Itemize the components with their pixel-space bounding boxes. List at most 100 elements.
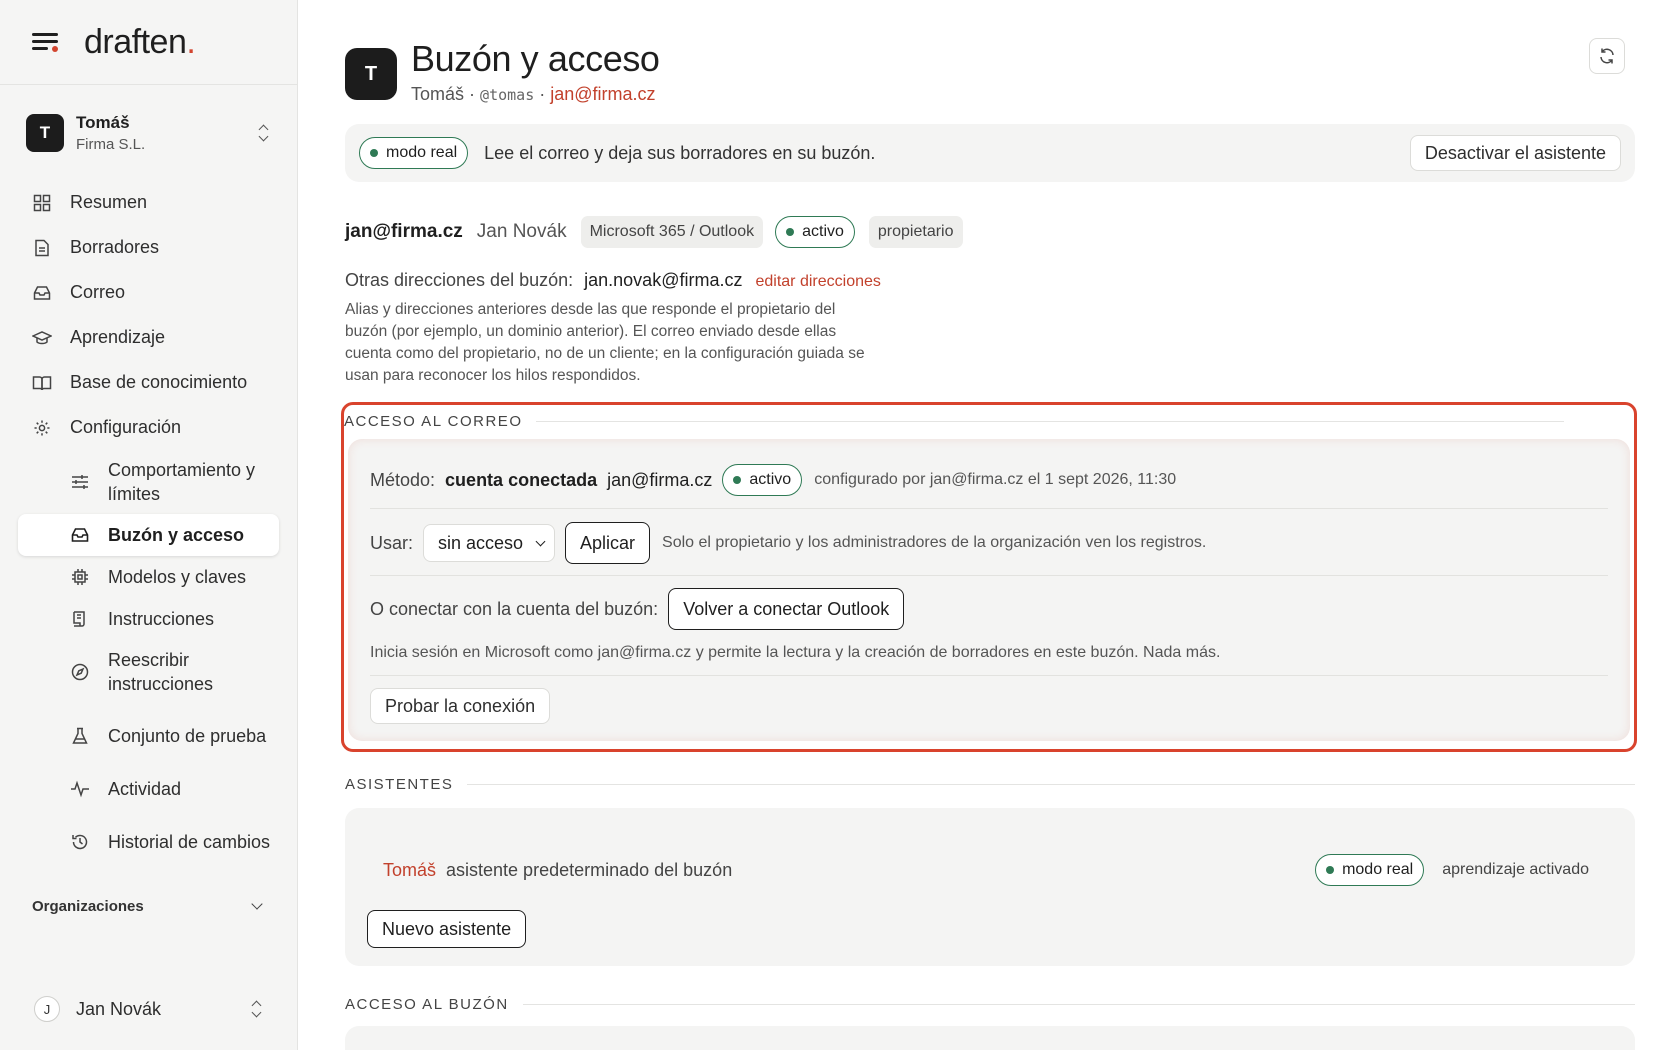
- user-menu[interactable]: J Jan Novák: [0, 984, 298, 1034]
- sidebar-item-label: Configuración: [70, 417, 182, 437]
- account-avatar: T: [26, 113, 64, 152]
- sidebar-item-historial[interactable]: Historial de cambios: [18, 810, 279, 874]
- apply-button[interactable]: Aplicar: [565, 522, 651, 564]
- sidebar-item-aprendizaje[interactable]: Aprendizaje: [18, 315, 279, 360]
- sidebar-item-actividad[interactable]: Actividad: [18, 768, 279, 810]
- sidebar-item-label: Base de conocimiento: [70, 372, 248, 392]
- separator: ·: [469, 84, 476, 104]
- mailbox-email: jan@firma.cz: [345, 221, 463, 242]
- assistant-name[interactable]: Tomáš: [383, 860, 436, 881]
- refresh-button[interactable]: [1589, 38, 1625, 74]
- chip-icon: [70, 567, 90, 587]
- assistant-desc: asistente predeterminado del buzón: [446, 859, 733, 880]
- sidebar-item-borradores[interactable]: Borradores: [18, 225, 279, 270]
- sidebar-item-conjunto-prueba[interactable]: Conjunto de prueba: [18, 704, 279, 768]
- reconnect-outlook-button[interactable]: Volver a conectar Outlook: [668, 588, 905, 630]
- assistant-status-banner: modo real Lee el correo y deja sus borra…: [345, 124, 1635, 182]
- sidebar-item-label: Historial de cambios: [108, 832, 271, 852]
- activity-icon: [70, 779, 90, 799]
- compass-icon: [70, 662, 90, 682]
- chevron-down-icon: [535, 536, 546, 546]
- mail-access-card: Método: cuenta conectada jan@firma.cz ac…: [348, 439, 1630, 741]
- inbox-icon: [70, 525, 90, 545]
- sidebar-item-label: Borradores: [70, 237, 160, 257]
- page-subtitle: Tomáš · @tomas · jan@firma.cz: [411, 84, 656, 105]
- access-select[interactable]: sin acceso: [423, 524, 556, 562]
- sidebar-item-base-conocimiento[interactable]: Base de conocimiento: [18, 360, 279, 405]
- sidebar-item-comportamiento[interactable]: Comportamiento y límites: [18, 450, 279, 514]
- sidebar-item-correo[interactable]: Correo: [18, 270, 279, 315]
- sidebar-item-label: Resumen: [70, 192, 148, 212]
- assistant-row[interactable]: Tomáš asistente predeterminado del buzón…: [383, 854, 1589, 886]
- status-dot-icon: [733, 476, 742, 484]
- connect-note: Inicia sesión en Microsoft como jan@firm…: [370, 644, 1221, 661]
- edit-addresses-link[interactable]: editar direcciones: [755, 273, 880, 290]
- sidebar-item-label: Modelos y claves: [108, 567, 247, 587]
- sliders-icon: [70, 472, 90, 492]
- sidebar-item-resumen[interactable]: Resumen: [18, 180, 279, 225]
- gear-icon: [32, 418, 52, 438]
- assistant-mode-badge: modo real: [1315, 854, 1425, 886]
- page-title: Buzón y acceso: [411, 38, 660, 79]
- assistants-card: Tomáš asistente predeterminado del buzón…: [345, 808, 1635, 966]
- organizations-toggle[interactable]: Organizaciones: [0, 886, 297, 926]
- sidebar-item-label: Actividad: [108, 779, 182, 799]
- addresses-help: Alias y direcciones anteriores desde las…: [345, 301, 865, 384]
- status-dot-icon: [370, 149, 378, 157]
- connect-row: O conectar con la cuenta del buzón: Volv…: [370, 587, 1608, 631]
- subtitle-handle: @tomas: [480, 86, 535, 104]
- sidebar-item-label: Conjunto de prueba: [108, 726, 267, 746]
- use-label: Usar:: [370, 532, 414, 553]
- other-addresses-label: Otras direcciones del buzón:: [345, 270, 574, 290]
- subtitle-email[interactable]: jan@firma.cz: [550, 84, 655, 104]
- sidebar-item-label: Buzón y acceso: [108, 525, 245, 545]
- status-dot-icon: [1326, 866, 1335, 874]
- mail-access-section-title: ACCESO AL CORREO: [344, 413, 1564, 430]
- separator: ·: [539, 84, 546, 104]
- sidebar-item-label: Reescribir instrucciones: [108, 650, 214, 694]
- document-icon: [32, 238, 52, 258]
- assistant-avatar: T: [345, 48, 397, 100]
- account-org: Firma S.L.: [76, 135, 146, 153]
- main-content: T Buzón y acceso Tomáš · @tomas · jan@fi…: [341, 0, 1637, 1050]
- status-dot-icon: [786, 228, 795, 236]
- book-icon: [32, 373, 52, 393]
- menu-icon[interactable]: [32, 32, 58, 52]
- assistants-section-title: ASISTENTES: [345, 776, 1635, 793]
- page-header: T Buzón y acceso Tomáš · @tomas · jan@fi…: [345, 0, 1635, 120]
- deactivate-assistant-button[interactable]: Desactivar el asistente: [1409, 135, 1621, 171]
- refresh-icon: [1600, 48, 1614, 64]
- sidebar-item-label: Aprendizaje: [70, 327, 166, 347]
- chevron-down-icon: [251, 898, 263, 910]
- new-assistant-button[interactable]: Nuevo asistente: [367, 910, 527, 948]
- use-row: Usar: sin acceso Aplicar Solo el propiet…: [370, 521, 1608, 565]
- sidebar-item-buzon-acceso[interactable]: Buzón y acceso: [18, 514, 279, 556]
- account-switcher[interactable]: T Tomáš Firma S.L.: [0, 85, 297, 180]
- learning-status: aprendizaje activado: [1442, 861, 1589, 878]
- organizations-label: Organizaciones: [32, 897, 144, 915]
- sidebar-item-configuracion[interactable]: Configuración: [18, 405, 279, 450]
- sidebar-item-label: Comportamiento y límites: [108, 460, 256, 504]
- test-connection-button[interactable]: Probar la conexión: [370, 688, 551, 724]
- connect-label: O conectar con la cuenta del buzón:: [370, 598, 659, 619]
- logo[interactable]: draften.: [84, 23, 196, 62]
- sidebar-item-label: Correo: [70, 282, 126, 302]
- sidebar-nav: Resumen Borradores Correo Aprendizaje Ba…: [0, 180, 297, 874]
- sidebar-item-instrucciones[interactable]: Instrucciones: [18, 598, 279, 640]
- method-value: cuenta conectada: [445, 469, 598, 490]
- history-icon: [70, 832, 90, 852]
- sidebar-item-modelos[interactable]: Modelos y claves: [18, 556, 279, 598]
- other-address: jan.novak@firma.cz: [584, 270, 743, 290]
- sidebar-item-reescribir[interactable]: Reescribir instrucciones: [18, 640, 279, 704]
- graduation-cap-icon: [32, 328, 52, 348]
- mode-badge: modo real: [359, 137, 469, 169]
- test-row: Probar la conexión: [370, 687, 1608, 725]
- mailbox-access-card: [345, 1026, 1635, 1050]
- mailbox-summary: jan@firma.cz Jan Novák Microsoft 365 / O…: [345, 216, 1635, 248]
- access-status-badge: activo: [722, 464, 803, 496]
- dashboard-icon: [32, 193, 52, 213]
- account-name: Tomáš: [76, 112, 130, 132]
- method-email: jan@firma.cz: [607, 469, 713, 490]
- method-row: Método: cuenta conectada jan@firma.cz ac…: [370, 461, 1608, 499]
- other-addresses: Otras direcciones del buzón: jan.novak@f…: [345, 270, 1635, 291]
